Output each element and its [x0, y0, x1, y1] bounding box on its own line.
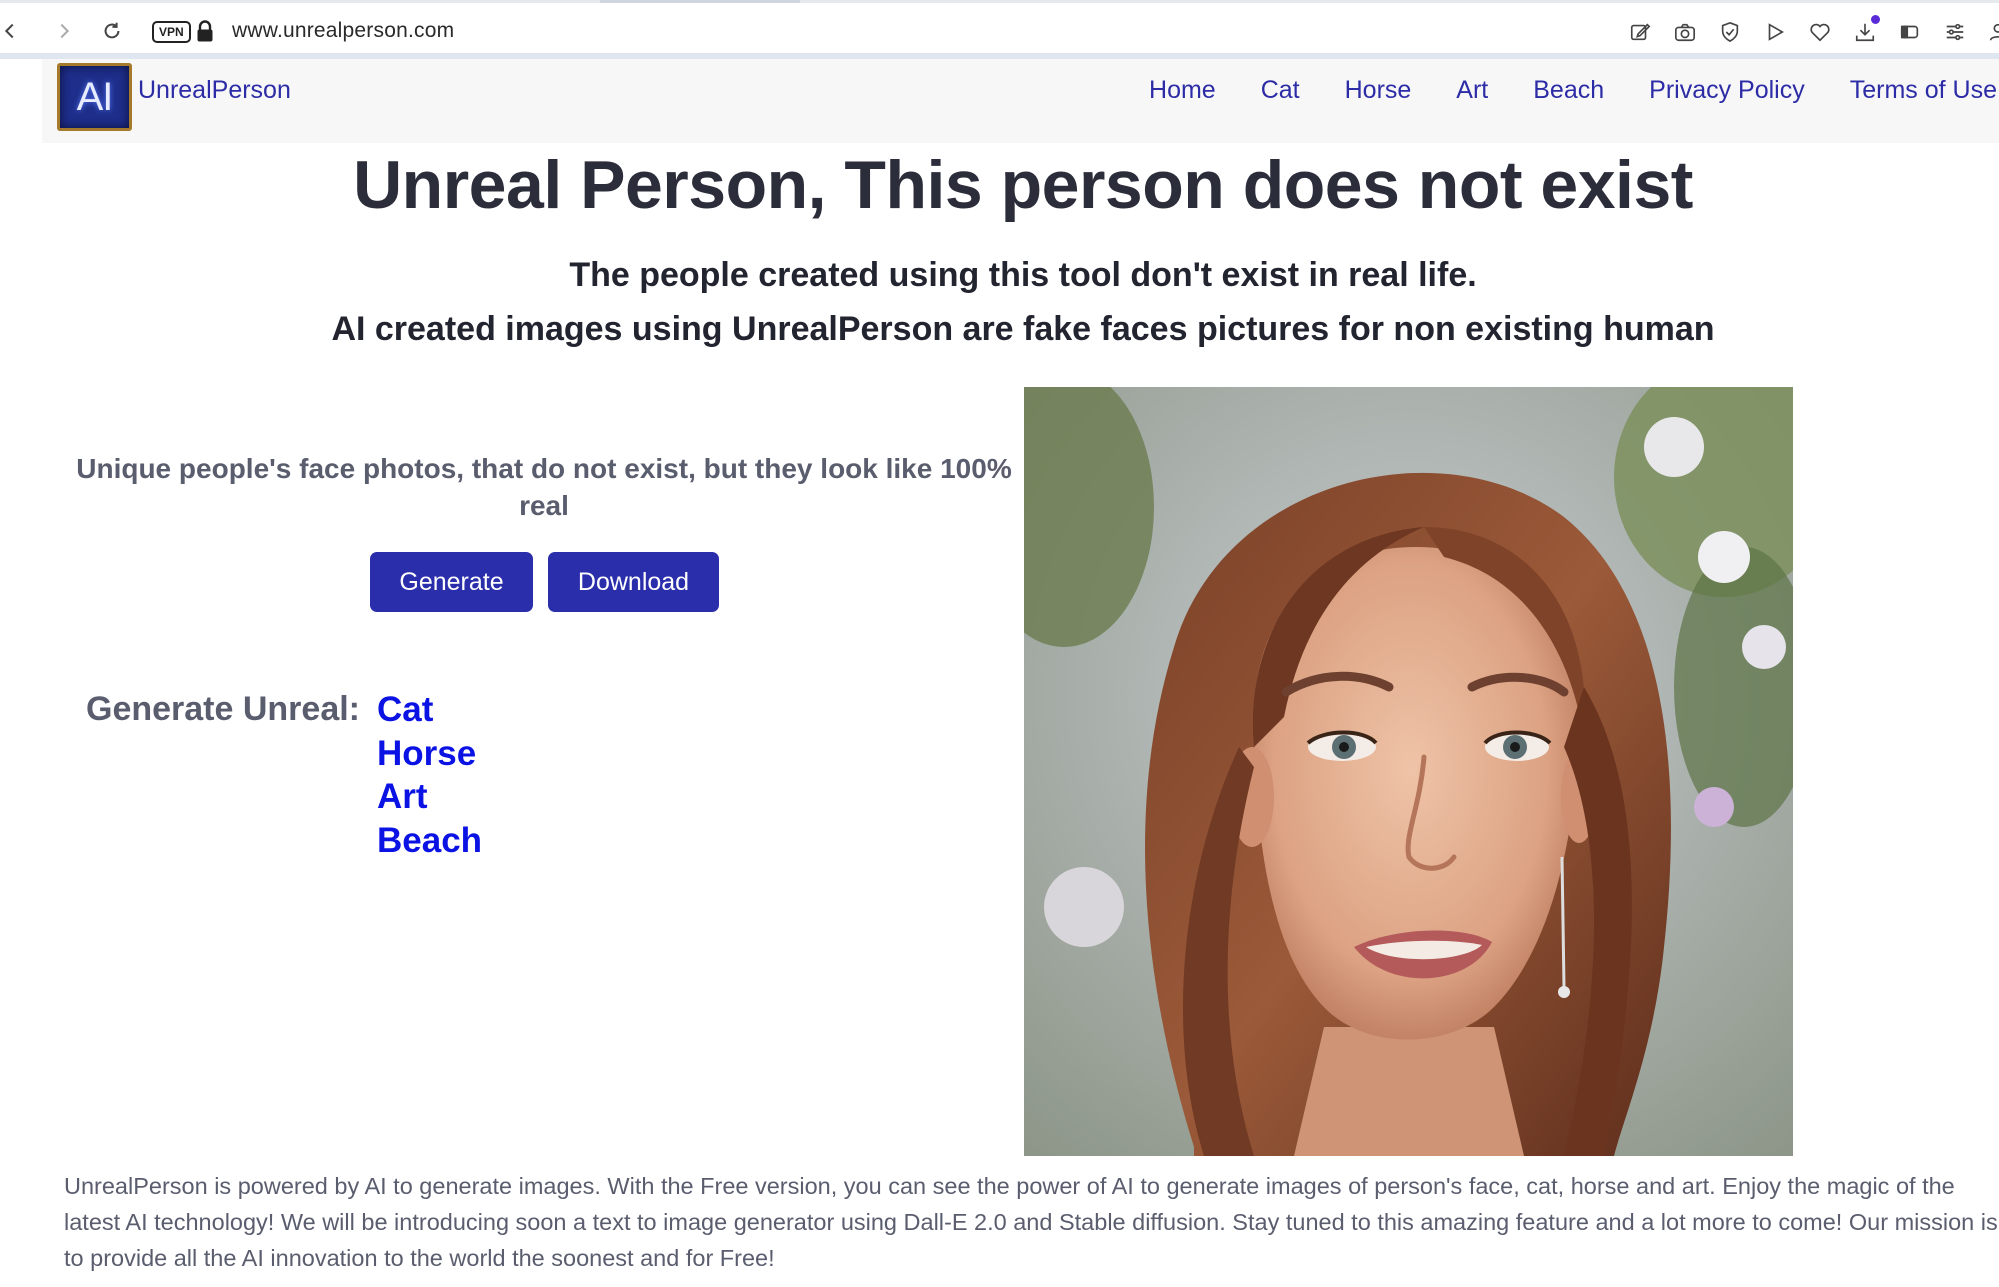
back-icon[interactable] [0, 17, 24, 45]
tab-indicator [600, 0, 800, 3]
nav-terms-of-use[interactable]: Terms of Use [1850, 76, 1997, 105]
nav-beach[interactable]: Beach [1533, 76, 1604, 105]
profile-icon[interactable] [1985, 19, 1999, 45]
generate-unreal-label: Generate Unreal: [86, 690, 360, 728]
generate-links: Cat Horse Art Beach [377, 688, 482, 862]
play-icon[interactable] [1762, 19, 1788, 45]
generate-button[interactable]: Generate [370, 552, 533, 612]
nav-art[interactable]: Art [1456, 76, 1488, 105]
camera-icon[interactable] [1672, 19, 1698, 45]
download-button[interactable]: Download [548, 552, 719, 612]
subtitle-1: The people created using this tool don't… [569, 256, 1477, 294]
footer-description: UnrealPerson is powered by AI to generat… [64, 1173, 1998, 1271]
settings-menu-icon[interactable] [1942, 19, 1968, 45]
subtitle-2: AI created images using UnrealPerson are… [331, 310, 1715, 348]
generated-face-image [1024, 387, 1793, 1156]
edit-icon[interactable] [1627, 19, 1653, 45]
vpn-badge[interactable]: VPN [152, 21, 191, 43]
brand-link[interactable]: UnrealPerson [138, 76, 291, 105]
nav-links: Home Cat Horse Art Beach Privacy Policy … [1149, 76, 1997, 105]
tagline: Unique people's face photos, that do not… [76, 453, 1012, 521]
generate-horse-link[interactable]: Horse [377, 732, 482, 776]
browser-toolbar: VPN www.unrealperson.com [0, 0, 1999, 59]
nav-horse[interactable]: Horse [1345, 76, 1412, 105]
site-navbar: AI UnrealPerson Home Cat Horse Art Beach… [42, 59, 1999, 143]
forward-icon[interactable] [50, 17, 78, 45]
generate-beach-link[interactable]: Beach [377, 819, 482, 863]
heart-icon[interactable] [1807, 19, 1833, 45]
shield-icon[interactable] [1717, 19, 1743, 45]
lock-icon [197, 20, 213, 42]
nav-cat[interactable]: Cat [1261, 76, 1300, 105]
notification-dot [1871, 15, 1880, 24]
reload-icon[interactable] [98, 17, 126, 45]
battery-saver-icon[interactable] [1897, 19, 1923, 45]
generate-art-link[interactable]: Art [377, 775, 482, 819]
logo[interactable]: AI [57, 63, 132, 131]
face-illustration [1024, 387, 1793, 1156]
nav-home[interactable]: Home [1149, 76, 1216, 105]
logo-text: AI [76, 74, 114, 119]
download-icon[interactable] [1852, 15, 1880, 45]
generate-cat-link[interactable]: Cat [377, 688, 482, 732]
address-bar[interactable]: www.unrealperson.com [232, 19, 454, 43]
page-title: Unreal Person, This person does not exis… [353, 147, 1693, 223]
nav-privacy-policy[interactable]: Privacy Policy [1649, 76, 1805, 105]
